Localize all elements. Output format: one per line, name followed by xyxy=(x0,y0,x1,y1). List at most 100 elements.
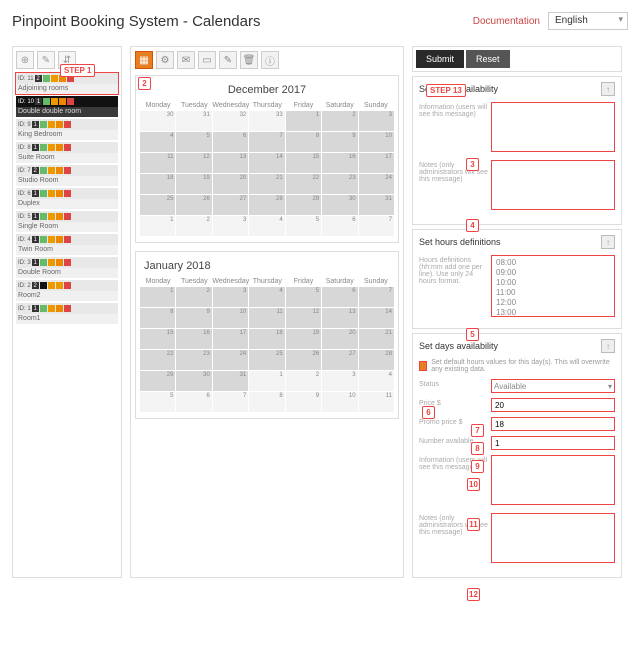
day-cell[interactable]: 13 xyxy=(322,308,357,328)
day-cell[interactable]: 33 xyxy=(249,111,284,131)
day-cell[interactable]: 19 xyxy=(176,174,211,194)
day-cell[interactable]: 6 xyxy=(322,287,357,307)
info-textarea[interactable] xyxy=(491,455,615,505)
room-item[interactable]: ID: 81Suite Room xyxy=(16,142,118,163)
room-item[interactable]: ID: 91King Bedroom xyxy=(16,119,118,140)
room-item[interactable]: ID: 51Single Room xyxy=(16,211,118,232)
day-cell[interactable]: 15 xyxy=(286,153,321,173)
room-item[interactable]: ID: 11Room1 xyxy=(16,303,118,324)
notes-textarea[interactable] xyxy=(491,513,615,563)
day-cell[interactable]: 27 xyxy=(213,195,248,215)
day-cell[interactable]: 21 xyxy=(249,174,284,194)
day-cell[interactable]: 12 xyxy=(176,153,211,173)
day-cell[interactable]: 17 xyxy=(213,329,248,349)
day-cell[interactable]: 2 xyxy=(176,216,211,236)
toolbar-btn-4[interactable]: ✎ xyxy=(219,51,237,69)
day-cell[interactable]: 30 xyxy=(140,111,175,131)
day-cell[interactable]: 3 xyxy=(359,111,394,131)
day-cell[interactable]: 24 xyxy=(213,350,248,370)
day-cell[interactable]: 20 xyxy=(322,329,357,349)
day-cell[interactable]: 6 xyxy=(213,132,248,152)
collapse-icon[interactable]: ↑ xyxy=(601,82,615,96)
edit-icon[interactable]: ✎ xyxy=(37,51,55,69)
day-cell[interactable]: 8 xyxy=(249,392,284,412)
toolbar-btn-6[interactable]: ⓘ xyxy=(261,51,279,69)
day-cell[interactable]: 28 xyxy=(359,350,394,370)
reset-button[interactable]: Reset xyxy=(466,50,510,68)
room-item[interactable]: ID: 61Duplex xyxy=(16,188,118,209)
day-cell[interactable]: 11 xyxy=(249,308,284,328)
notes-textarea[interactable] xyxy=(491,160,615,210)
hours-textarea[interactable]: 08:0009:0010:0011:0012:0013:00 xyxy=(491,255,615,317)
room-item[interactable]: ID: 31Double Room xyxy=(16,257,118,278)
day-cell[interactable]: 10 xyxy=(322,392,357,412)
day-cell[interactable]: 18 xyxy=(249,329,284,349)
day-cell[interactable]: 10 xyxy=(213,308,248,328)
toolbar-btn-5[interactable]: 🗑 xyxy=(240,51,258,69)
day-cell[interactable]: 9 xyxy=(322,132,357,152)
day-cell[interactable]: 1 xyxy=(286,111,321,131)
day-cell[interactable]: 7 xyxy=(213,392,248,412)
day-cell[interactable]: 30 xyxy=(322,195,357,215)
day-cell[interactable]: 24 xyxy=(359,174,394,194)
day-cell[interactable]: 4 xyxy=(249,216,284,236)
day-cell[interactable]: 8 xyxy=(140,308,175,328)
day-cell[interactable]: 5 xyxy=(286,287,321,307)
day-cell[interactable]: 2 xyxy=(322,111,357,131)
toolbar-btn-2[interactable]: ✉ xyxy=(177,51,195,69)
day-cell[interactable]: 28 xyxy=(249,195,284,215)
info-textarea[interactable] xyxy=(491,102,615,152)
day-cell[interactable]: 16 xyxy=(322,153,357,173)
day-cell[interactable]: 29 xyxy=(286,195,321,215)
day-cell[interactable]: 11 xyxy=(359,392,394,412)
day-cell[interactable]: 1 xyxy=(249,371,284,391)
toolbar-btn-0[interactable]: ▦ xyxy=(135,51,153,69)
day-cell[interactable]: 2 xyxy=(176,287,211,307)
room-item[interactable]: ID: 72Studio Room xyxy=(16,165,118,186)
day-cell[interactable]: 3 xyxy=(213,216,248,236)
toolbar-btn-1[interactable]: ⚙ xyxy=(156,51,174,69)
day-cell[interactable]: 13 xyxy=(213,153,248,173)
day-cell[interactable]: 4 xyxy=(359,371,394,391)
collapse-icon[interactable]: ↑ xyxy=(601,339,615,353)
day-cell[interactable]: 23 xyxy=(176,350,211,370)
avail-input[interactable] xyxy=(491,436,615,450)
day-cell[interactable]: 7 xyxy=(359,287,394,307)
day-cell[interactable]: 16 xyxy=(176,329,211,349)
day-cell[interactable]: 14 xyxy=(249,153,284,173)
day-cell[interactable]: 11 xyxy=(140,153,175,173)
day-cell[interactable]: 5 xyxy=(176,132,211,152)
day-cell[interactable]: 2 xyxy=(286,371,321,391)
day-cell[interactable]: 25 xyxy=(249,350,284,370)
day-cell[interactable]: 29 xyxy=(140,371,175,391)
day-cell[interactable]: 4 xyxy=(140,132,175,152)
day-cell[interactable]: 20 xyxy=(213,174,248,194)
day-cell[interactable]: 6 xyxy=(176,392,211,412)
submit-button[interactable]: Submit xyxy=(416,50,464,68)
day-cell[interactable]: 12 xyxy=(286,308,321,328)
price-input[interactable] xyxy=(491,398,615,412)
room-item[interactable]: ID: 41Twin Room xyxy=(16,234,118,255)
day-cell[interactable]: 10 xyxy=(359,132,394,152)
day-cell[interactable]: 5 xyxy=(140,392,175,412)
day-cell[interactable]: 31 xyxy=(176,111,211,131)
day-cell[interactable]: 30 xyxy=(176,371,211,391)
day-cell[interactable]: 9 xyxy=(286,392,321,412)
day-cell[interactable]: 15 xyxy=(140,329,175,349)
day-cell[interactable]: 3 xyxy=(213,287,248,307)
day-cell[interactable]: 22 xyxy=(140,350,175,370)
promo-input[interactable] xyxy=(491,417,615,431)
day-cell[interactable]: 27 xyxy=(322,350,357,370)
day-cell[interactable]: 8 xyxy=(286,132,321,152)
day-cell[interactable]: 23 xyxy=(322,174,357,194)
day-cell[interactable]: 6 xyxy=(322,216,357,236)
day-cell[interactable]: 14 xyxy=(359,308,394,328)
collapse-icon[interactable]: ↑ xyxy=(601,235,615,249)
day-cell[interactable]: 18 xyxy=(140,174,175,194)
day-cell[interactable]: 32 xyxy=(213,111,248,131)
day-cell[interactable]: 26 xyxy=(286,350,321,370)
language-select[interactable]: English xyxy=(548,12,628,30)
day-cell[interactable]: 31 xyxy=(213,371,248,391)
room-item[interactable]: ID: 101Double double room xyxy=(16,96,118,117)
day-cell[interactable]: 22 xyxy=(286,174,321,194)
